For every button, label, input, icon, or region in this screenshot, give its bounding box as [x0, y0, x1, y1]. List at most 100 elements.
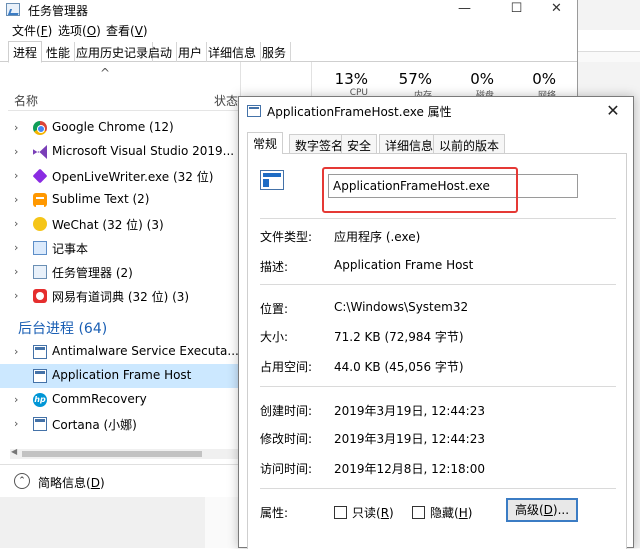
divider: [260, 284, 616, 285]
description-label: 描述:: [260, 260, 289, 274]
service-icon: [33, 345, 47, 359]
chevron-up-circle-icon: ⌃: [14, 473, 30, 489]
network-label: 网络: [537, 91, 556, 96]
chrome-icon: [33, 121, 47, 135]
menu-view[interactable]: 查看(V): [106, 22, 148, 39]
chevron-right-icon[interactable]: ›: [14, 393, 18, 406]
icon-square: [263, 179, 269, 187]
task-manager-tabs: 进程 性能 应用历史记录 启动 用户 详细信息 服务: [0, 40, 577, 63]
task-manager-title-bar: 任务管理器 — ☐ ✕: [0, 0, 577, 20]
background-window-ruler: [576, 52, 640, 62]
fewer-details-toggle[interactable]: ⌃ 简略信息(D): [0, 464, 240, 496]
chevron-right-icon[interactable]: ›: [14, 145, 18, 158]
size-value: 71.2 KB (72,984 字节): [334, 330, 464, 344]
memory-label: 内存: [413, 91, 432, 96]
modified-value: 2019年3月19日, 12:44:23: [334, 432, 485, 446]
readonly-label[interactable]: 只读(R): [352, 504, 394, 521]
process-row[interactable]: › 记事本: [0, 236, 240, 260]
sort-up-icon: ^: [100, 66, 111, 80]
process-row[interactable]: › WeChat (32 位) (3): [0, 212, 240, 236]
network-usage[interactable]: 0%: [496, 70, 556, 88]
process-row[interactable]: › Sublime Text (2): [0, 188, 240, 212]
chevron-right-icon[interactable]: ›: [14, 265, 18, 278]
close-button[interactable]: ✕: [540, 0, 573, 20]
dialog-title-bar: ApplicationFrameHost.exe 属性 ✕: [239, 97, 633, 125]
tab-general[interactable]: 常规: [247, 132, 284, 154]
divider: [260, 218, 616, 219]
minimize-button[interactable]: —: [448, 0, 481, 20]
advanced-button[interactable]: 高级(D)...: [506, 498, 578, 522]
process-name: Cortana (小娜): [52, 418, 137, 432]
readonly-checkbox[interactable]: [334, 506, 347, 519]
memory-usage[interactable]: 57%: [372, 70, 432, 88]
accessed-label: 访问时间:: [260, 462, 313, 476]
scroll-left-icon[interactable]: ◀: [11, 447, 17, 456]
file-type-value: 应用程序 (.exe): [334, 230, 421, 244]
size-on-disk-label: 占用空间:: [260, 360, 313, 374]
menu-file[interactable]: 文件(F): [12, 22, 52, 39]
chevron-right-icon[interactable]: ›: [14, 121, 18, 134]
chevron-right-icon[interactable]: ›: [14, 417, 18, 430]
hidden-checkbox[interactable]: [412, 506, 425, 519]
fewer-details-label: 简略信息(D): [38, 476, 105, 490]
tab-startup[interactable]: 启动: [144, 42, 178, 62]
tab-details[interactable]: 详细信息: [204, 42, 262, 62]
process-row[interactable]: › OpenLiveWriter.exe (32 位): [0, 164, 240, 188]
cpu-label: CPU: [349, 88, 368, 96]
background-window-toolbar: [576, 30, 640, 52]
youdao-icon: [33, 289, 47, 303]
general-tab-panel: 文件类型: 应用程序 (.exe) 描述: Application Frame …: [247, 153, 627, 549]
maximize-button[interactable]: ☐: [500, 0, 533, 20]
chevron-right-icon[interactable]: ›: [14, 345, 18, 358]
size-label: 大小:: [260, 330, 289, 344]
dialog-title: ApplicationFrameHost.exe 属性: [267, 105, 452, 119]
process-row[interactable]: › Cortana (小娜): [0, 412, 240, 436]
process-row[interactable]: › 任务管理器 (2): [0, 260, 240, 284]
tab-digital-signatures[interactable]: 数字签名: [289, 134, 350, 153]
icon-bar: [263, 173, 281, 177]
process-row[interactable]: › Google Chrome (12): [0, 116, 240, 140]
menu-options[interactable]: 选项(O): [58, 22, 101, 39]
tab-previous-versions[interactable]: 以前的版本: [433, 134, 506, 153]
chevron-right-icon[interactable]: ›: [14, 217, 18, 230]
hidden-label[interactable]: 隐藏(H): [430, 504, 472, 521]
chevron-right-icon[interactable]: ›: [14, 289, 18, 302]
process-name: Antimalware Service Executa...: [52, 344, 239, 358]
process-name: WeChat (32 位) (3): [52, 218, 164, 232]
process-row[interactable]: › hp CommRecovery: [0, 388, 240, 412]
chevron-right-icon[interactable]: ›: [14, 169, 18, 182]
column-header-status[interactable]: 状态: [214, 92, 238, 109]
process-row[interactable]: › Antimalware Service Executa...: [0, 340, 240, 364]
tab-users[interactable]: 用户: [174, 42, 208, 62]
header-divider: [8, 110, 240, 111]
process-row[interactable]: › Microsoft Visual Studio 2019...: [0, 140, 240, 164]
process-name: OpenLiveWriter.exe (32 位): [52, 170, 214, 184]
process-row[interactable]: › 网易有道词典 (32 位) (3): [0, 284, 240, 308]
description-value: Application Frame Host: [334, 258, 474, 272]
size-on-disk-value: 44.0 KB (45,056 字节): [334, 360, 464, 374]
process-row-selected[interactable]: Application Frame Host: [0, 364, 240, 388]
menu-bar: 文件(F) 选项(O) 查看(V): [0, 20, 577, 40]
tab-performance[interactable]: 性能: [42, 42, 76, 62]
process-name: Sublime Text (2): [52, 192, 150, 206]
tab-security[interactable]: 安全: [341, 134, 378, 153]
task-manager-icon: [33, 265, 47, 279]
chevron-right-icon[interactable]: ›: [14, 241, 18, 254]
location-value: C:\Windows\System32: [334, 300, 469, 314]
hp-icon: hp: [33, 393, 47, 407]
column-header-name[interactable]: 名称: [14, 92, 38, 109]
dialog-tabs: 常规 数字签名 安全 详细信息 以前的版本: [247, 132, 627, 154]
tab-details[interactable]: 详细信息: [379, 134, 440, 153]
disk-usage[interactable]: 0%: [434, 70, 494, 88]
horizontal-scrollbar[interactable]: ◀: [10, 447, 238, 459]
wechat-icon: [33, 217, 47, 231]
cpu-usage[interactable]: 13%: [308, 70, 368, 88]
tab-services[interactable]: 服务: [258, 42, 292, 62]
tab-app-history[interactable]: 应用历史记录: [72, 42, 154, 62]
chevron-right-icon[interactable]: ›: [14, 193, 18, 206]
scrollbar-thumb[interactable]: [22, 451, 202, 457]
dialog-close-button[interactable]: ✕: [593, 97, 633, 125]
accessed-value: 2019年12月8日, 12:18:00: [334, 462, 485, 476]
highlight-box: [322, 167, 518, 213]
tab-processes[interactable]: 进程: [8, 41, 43, 63]
